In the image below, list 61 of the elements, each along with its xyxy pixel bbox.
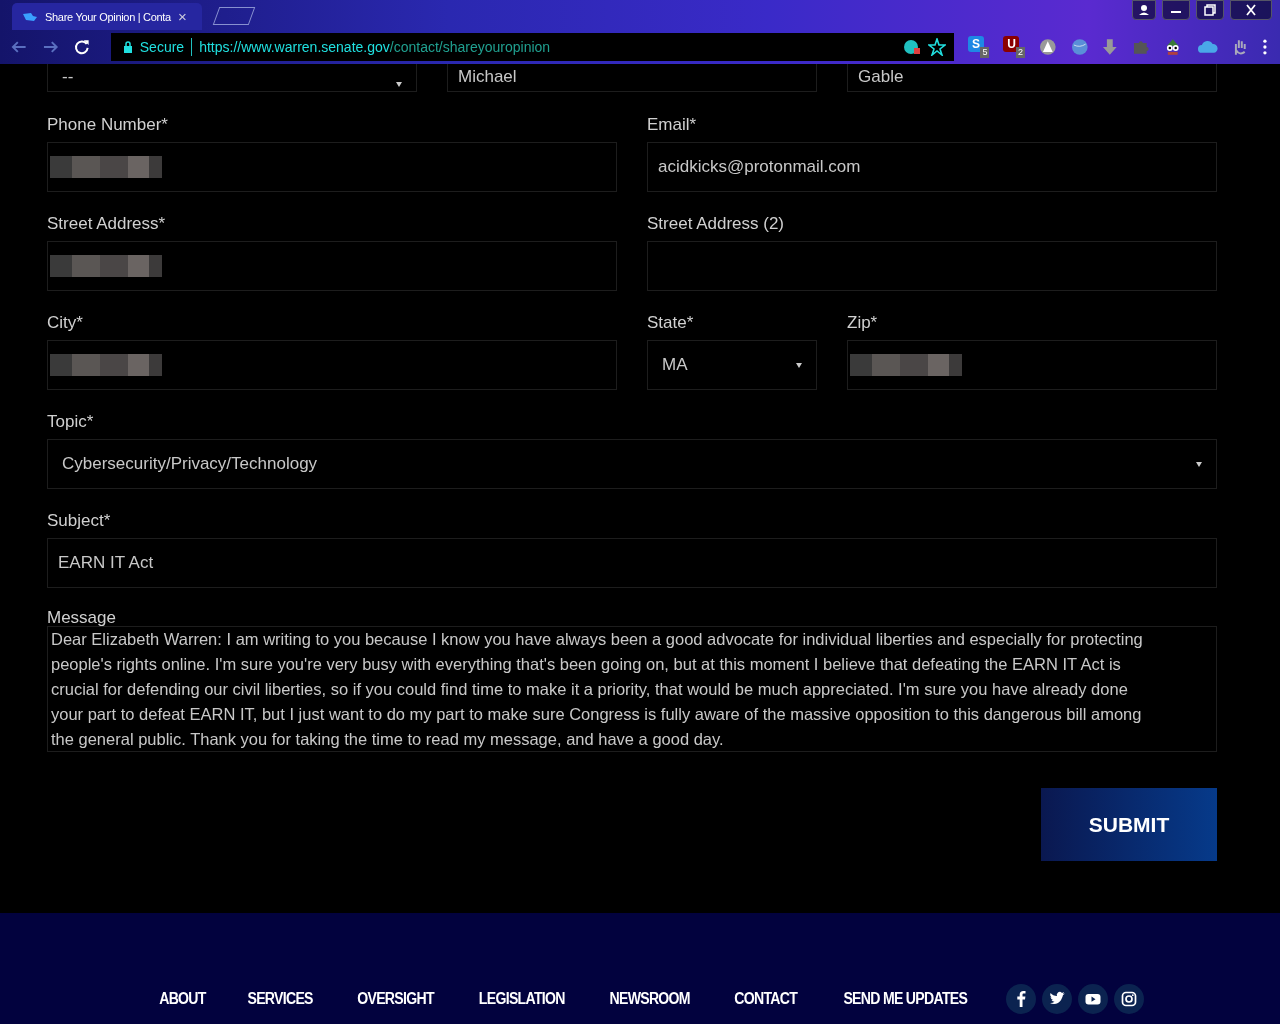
field-label: Phone Number* [47, 115, 169, 135]
footer-link[interactable]: CONTACT [733, 984, 797, 1014]
field-label: Email* [647, 115, 698, 135]
input-field[interactable] [47, 241, 617, 291]
footer-link[interactable]: SERVICES [247, 984, 314, 1014]
instagram-icon[interactable] [1113, 984, 1144, 1014]
input-field[interactable] [647, 241, 1217, 291]
input-field[interactable]: Gable [847, 64, 1217, 92]
restore-icon[interactable] [1196, 0, 1224, 20]
menu-icon[interactable] [1262, 38, 1268, 56]
browser-tab[interactable]: Share Your Opinion | Conta × [12, 3, 202, 30]
footer-link[interactable]: SEND ME UPDATES [843, 984, 968, 1014]
footer-link[interactable]: ABOUT [159, 984, 207, 1014]
globe-icon[interactable] [1070, 38, 1089, 56]
input-field[interactable]: EARN IT Act [47, 538, 1217, 588]
close-icon[interactable]: × [177, 8, 187, 25]
triangle-extension-icon[interactable] [1039, 38, 1057, 56]
close-icon[interactable] [1230, 0, 1272, 20]
field-label: Zip* [847, 313, 879, 333]
minimize-icon[interactable] [1162, 0, 1190, 20]
caret-icon [796, 362, 802, 368]
cookie-icon[interactable] [902, 39, 921, 55]
star-icon[interactable] [927, 38, 946, 56]
field-label: Topic* [47, 412, 95, 432]
tab-title: Share Your Opinion | Conta [45, 10, 171, 23]
new-tab-button[interactable] [212, 7, 256, 25]
input-field[interactable]: Michael [447, 64, 817, 92]
field-label: Message [47, 608, 117, 628]
field-label: Subject* [47, 511, 112, 531]
download-arrow-icon[interactable] [1102, 38, 1118, 56]
message-textarea[interactable]: Dear Elizabeth Warren: I am writing to you because I know you have always been a good advocate for individual liberties and especially for protecting people's rights online. I'm sure you're very busy with everything that's been going on, but at this moment I believe that defeating the EARN IT Act is crucial for defending our civil liberties, so if you could find time to make it a priority, that would be much appreciated. I'm sure you have already done your part to defeat EARN IT, but I just want to do my part to make sure Congress is fully aware of the massive opposition to this dangerous bill among the general public. Thank you for taking the time to read my message, and have a good day. [47, 626, 1217, 752]
input-field[interactable] [847, 340, 1217, 390]
field-label: Street Address* [47, 214, 167, 234]
hand-icon[interactable] [1232, 38, 1249, 56]
url-text: https://www.warren.senate.gov/contact/shareyouropinion [199, 39, 551, 55]
footer-link[interactable]: LEGISLATION [478, 984, 565, 1014]
input-field[interactable] [47, 142, 617, 192]
caret-icon [396, 82, 402, 87]
facebook-icon[interactable] [1005, 984, 1036, 1014]
submit-button[interactable]: SUBMIT [1041, 788, 1217, 861]
twitter-bird-icon[interactable] [1041, 984, 1072, 1014]
input-field[interactable] [47, 340, 617, 390]
footer-link[interactable]: NEWSROOM [609, 984, 691, 1014]
cloud-icon[interactable] [1196, 40, 1219, 54]
footer-link[interactable]: OVERSIGHT [356, 984, 434, 1014]
secure-label: Secure [139, 39, 185, 55]
select-field[interactable]: Cybersecurity/Privacy/Technology [47, 439, 1217, 489]
youtube-icon[interactable] [1077, 984, 1108, 1014]
field-label: City* [47, 313, 84, 333]
field-label: Street Address (2) [647, 214, 785, 234]
field-label: State* [647, 313, 695, 333]
lock-icon [122, 41, 133, 53]
back-arrow-icon[interactable] [10, 39, 28, 55]
select-field[interactable]: MA [647, 340, 817, 390]
forward-arrow-icon[interactable] [41, 39, 60, 55]
address-bar[interactable]: Secure https://www.warren.senate.gov/contact/shareyouropinion [110, 33, 954, 61]
caret-icon [1196, 461, 1202, 467]
reload-icon[interactable] [73, 38, 91, 56]
select-field[interactable]: -- [47, 64, 417, 92]
user-icon[interactable] [1132, 0, 1156, 20]
input-field[interactable]: acidkicks@protonmail.com [647, 142, 1217, 192]
